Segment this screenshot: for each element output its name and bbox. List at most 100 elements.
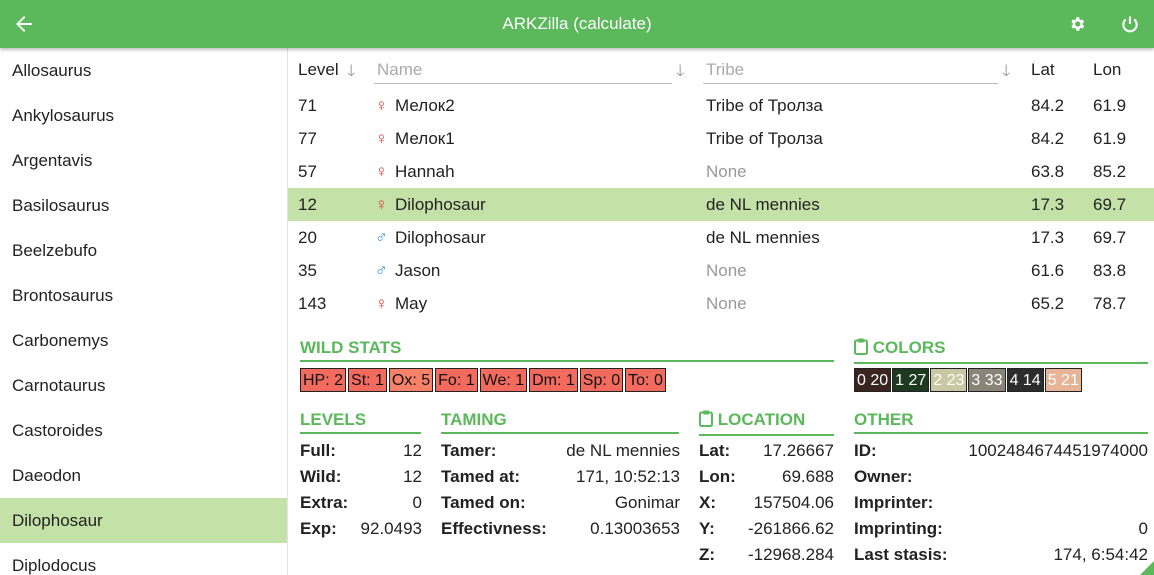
table-row[interactable]: 77 ♀ Мелок1 Tribe of Тролза 84.2 61.9 <box>288 122 1154 155</box>
imprinting-label: Imprinting: <box>854 519 943 538</box>
power-icon[interactable] <box>1118 12 1142 36</box>
table-row[interactable]: 20 ♂ Dilophosaur de NL mennies 17.3 69.7 <box>288 221 1154 254</box>
tamer-value: de NL mennies <box>566 441 680 460</box>
other-imprinting: Imprinting: 0 <box>854 519 1148 541</box>
last-stasis-label: Last stasis: <box>854 545 948 564</box>
stat-dm: Dm: 1 <box>529 368 578 392</box>
gear-icon[interactable] <box>1065 12 1089 36</box>
sidebar-item-carbonemys[interactable]: Carbonemys <box>0 318 287 363</box>
levels-wild: Wild: 12 <box>300 467 422 489</box>
extra-value: 0 <box>412 493 422 512</box>
resize-corner[interactable] <box>1140 561 1154 575</box>
full-label: Full: <box>300 441 336 460</box>
table-row-selected[interactable]: 12 ♀ Dilophosaur de NL mennies 17.3 69.7 <box>288 188 1154 221</box>
tribe-cell: None <box>706 261 747 280</box>
sidebar-item-diplodocus[interactable]: Diplodocus <box>0 543 287 575</box>
level-cell: 35 <box>298 261 317 280</box>
effectiveness-value: 0.13003653 <box>590 519 680 538</box>
table-row[interactable]: 143 ♀ May None 65.2 78.7 <box>288 287 1154 320</box>
name-cell: Hannah <box>395 162 455 181</box>
table-row[interactable]: 71 ♀ Мелок2 Tribe of Тролза 84.2 61.9 <box>288 89 1154 122</box>
lon-cell: 83.8 <box>1093 261 1127 280</box>
color-swatches: 0 20 1 27 2 23 3 33 4 14 5 21 <box>854 368 1083 392</box>
wild-value: 12 <box>403 467 422 486</box>
lon-cell: 61.9 <box>1093 96 1127 115</box>
levels-title: LEVELS <box>300 410 421 434</box>
clipboard-icon[interactable] <box>699 410 713 432</box>
app-title: ARKZilla (calculate) <box>502 14 652 33</box>
lat-column-header[interactable]: Lat <box>1031 60 1055 80</box>
levels-exp: Exp: 92.0493 <box>300 519 422 541</box>
color-swatch: 4 14 <box>1006 368 1044 392</box>
tamed-at-label: Tamed at: <box>441 467 521 486</box>
sidebar-item-ankylosaurus[interactable]: Ankylosaurus <box>0 93 287 138</box>
location-x: X: 157504.06 <box>699 493 834 515</box>
other-id: ID: 1002484674451974000 <box>854 441 1148 463</box>
name-filter-input[interactable]: Name <box>377 60 422 80</box>
x-label: X: <box>699 493 716 512</box>
y-label: Y: <box>699 519 715 538</box>
name-cell: Jason <box>395 261 441 280</box>
level-cell: 57 <box>298 162 317 181</box>
imprinting-value: 0 <box>1138 519 1148 538</box>
sidebar-item-carnotaurus[interactable]: Carnotaurus <box>0 363 287 408</box>
wild-stats-list: HP: 2 St: 1 Ox: 5 Fo: 1 We: 1 Dm: 1 Sp: … <box>300 368 668 392</box>
lat-cell: 63.8 <box>1031 162 1065 181</box>
taming-tamer: Tamer: de NL mennies <box>441 441 680 463</box>
color-swatch: 2 23 <box>930 368 968 392</box>
name-cell: May <box>395 294 428 313</box>
stat-ox: Ox: 5 <box>388 368 434 392</box>
lon-value: 69.688 <box>782 467 834 486</box>
sidebar-item-daeodon[interactable]: Daeodon <box>0 453 287 498</box>
lon-cell: 85.2 <box>1093 162 1127 181</box>
table-row[interactable]: 35 ♂ Jason None 61.6 83.8 <box>288 254 1154 287</box>
level-cell: 77 <box>298 129 317 148</box>
location-y: Y: -261866.62 <box>699 519 834 541</box>
sort-arrow-icon[interactable]: 🡓 <box>347 60 355 87</box>
lat-cell: 84.2 <box>1031 129 1065 148</box>
stat-hp: HP: 2 <box>300 368 347 392</box>
location-title-text: LOCATION <box>717 410 806 429</box>
location-lat: Lat: 17.26667 <box>699 441 834 463</box>
lat-cell: 65.2 <box>1031 294 1065 313</box>
sidebar-item-dilophosaur[interactable]: Dilophosaur <box>0 498 287 543</box>
stat-st: St: 1 <box>348 368 387 392</box>
levels-full: Full: 12 <box>300 441 422 463</box>
tamed-on-value: Gonimar <box>614 493 680 512</box>
tribe-cell: de NL mennies <box>706 228 820 247</box>
tamer-label: Tamer: <box>441 441 497 460</box>
stat-to: To: 0 <box>625 368 666 392</box>
table-header: Level 🡓 Name 🡓 Tribe 🡓 Lat Lon <box>288 48 1154 88</box>
sidebar-item-beelzebufo[interactable]: Beelzebufo <box>0 228 287 273</box>
sidebar-item-castoroides[interactable]: Castoroides <box>0 408 287 453</box>
taming-title: TAMING <box>441 410 679 434</box>
clipboard-icon[interactable] <box>854 338 868 360</box>
sidebar-item-argentavis[interactable]: Argentavis <box>0 138 287 183</box>
sidebar-item-basilosaurus[interactable]: Basilosaurus <box>0 183 287 228</box>
color-swatch: 0 20 <box>854 368 892 392</box>
other-title: OTHER <box>854 410 1148 434</box>
exp-value: 92.0493 <box>360 519 422 538</box>
level-cell: 20 <box>298 228 317 247</box>
z-label: Z: <box>699 545 716 564</box>
level-column-header[interactable]: Level <box>298 60 339 80</box>
tribe-cell: None <box>706 162 747 181</box>
sidebar-item-allosaurus[interactable]: Allosaurus <box>0 48 287 93</box>
lon-label: Lon: <box>699 467 736 486</box>
full-value: 12 <box>403 441 422 460</box>
name-cell: Мелок2 <box>395 96 455 115</box>
sort-arrow-icon[interactable]: 🡓 <box>676 60 684 87</box>
male-icon: ♂ <box>375 261 388 280</box>
lon-cell: 78.7 <box>1093 294 1127 313</box>
sidebar-item-brontosaurus[interactable]: Brontosaurus <box>0 273 287 318</box>
level-cell: 71 <box>298 96 317 115</box>
lon-cell: 69.7 <box>1093 195 1127 214</box>
color-swatch: 3 33 <box>968 368 1006 392</box>
sort-arrow-icon[interactable]: 🡓 <box>1002 60 1010 87</box>
tribe-filter-input[interactable]: Tribe <box>706 60 744 80</box>
lon-column-header[interactable]: Lon <box>1093 60 1121 80</box>
table-row[interactable]: 57 ♀ Hannah None 63.8 85.2 <box>288 155 1154 188</box>
location-title: LOCATION <box>699 410 834 436</box>
tribe-cell: Tribe of Тролза <box>706 129 823 148</box>
lon-cell: 61.9 <box>1093 129 1127 148</box>
